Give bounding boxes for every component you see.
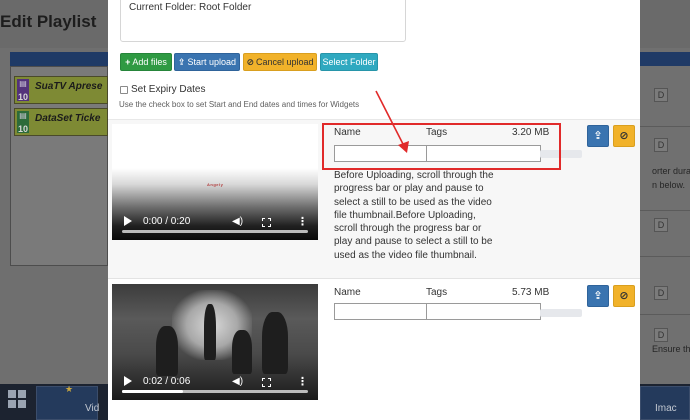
annotation-highlight-box [322, 123, 561, 170]
video-controls: 0:00 / 0:20 ◀) ⋮ [112, 206, 318, 240]
file-row: 0:02 / 0:06 ◀) ⋮ Name Tags 5.73 MB ⇪ ⊘ [108, 280, 640, 400]
volume-icon[interactable]: ◀) [232, 376, 243, 387]
timeline-item-name: SuaTV Aprese [35, 81, 103, 92]
cancel-upload-button[interactable]: ⊘ Cancel upload [243, 53, 317, 71]
divider [640, 210, 690, 211]
upload-icon: ⇪ [177, 57, 186, 67]
video-time: 0:02 / 0:06 [143, 376, 191, 387]
right-text-fragment: Ensure th [652, 344, 690, 354]
select-folder-button[interactable]: Select Folder [320, 53, 378, 71]
right-marker: D [654, 88, 668, 102]
expiry-checkbox[interactable] [120, 86, 128, 94]
timeline-header-band [10, 52, 108, 66]
video-seek-fill [122, 390, 184, 393]
ban-icon: ⊘ [246, 57, 254, 67]
name-header: Name [334, 287, 361, 298]
footer-tile-label: Imac [655, 403, 677, 414]
upload-file-button[interactable]: ⇪ [587, 285, 609, 307]
upload-modal: Current Folder: Root Folder + Add files ⇪… [108, 0, 640, 420]
divider [640, 126, 690, 127]
tags-header: Tags [426, 287, 448, 298]
fullscreen-icon[interactable] [262, 218, 271, 227]
cancel-file-button[interactable]: ⊘ [613, 285, 635, 307]
more-vertical-icon[interactable]: ⋮ [297, 215, 308, 228]
video-figure [262, 312, 288, 374]
timeline-item-duration: 10 [18, 92, 29, 102]
right-marker: D [654, 286, 668, 300]
background-right-panel: D D orter dura n below. D D D Ensure th [640, 48, 690, 420]
right-text-fragment: n below. [652, 180, 686, 190]
grid-icon[interactable] [8, 390, 28, 410]
timeline-item-name: DataSet Ticke [35, 113, 101, 124]
timeline-item[interactable]: ▤ DataSet Ticke 10 [14, 108, 108, 136]
upload-icon: ⇪ [593, 130, 603, 142]
right-marker: D [654, 138, 668, 152]
page-title: Edit Playlist [0, 12, 97, 31]
volume-icon[interactable]: ◀) [232, 216, 243, 227]
play-icon[interactable] [124, 216, 132, 226]
cancel-upload-label: Cancel upload [256, 57, 314, 67]
video-time: 0:00 / 0:20 [143, 216, 191, 227]
more-vertical-icon[interactable]: ⋮ [297, 375, 308, 388]
plus-icon: + [125, 57, 131, 67]
ban-icon: ⊘ [619, 290, 629, 302]
video-player[interactable]: 0:02 / 0:06 ◀) ⋮ [112, 284, 318, 400]
upload-icon: ⇪ [593, 290, 603, 302]
video-figure [204, 304, 216, 360]
upload-progress-bar [540, 309, 582, 317]
video-seek-bar[interactable] [122, 390, 308, 393]
video-seek-bar[interactable] [122, 230, 308, 233]
current-folder-box: Current Folder: Root Folder [120, 0, 406, 42]
tags-input[interactable] [426, 303, 541, 320]
divider [640, 314, 690, 315]
start-upload-label: Start upload [187, 57, 237, 67]
video-player[interactable]: Angely 0:00 / 0:20 ◀) ⋮ [112, 124, 318, 240]
start-upload-button[interactable]: ⇪ Start upload [174, 53, 240, 71]
cancel-file-button[interactable]: ⊘ [613, 125, 635, 147]
star-icon: ★ [65, 384, 74, 394]
file-size: 5.73 MB [512, 287, 550, 298]
timeline-item-duration: 10 [18, 124, 29, 134]
add-files-label: Add files [132, 57, 167, 67]
play-icon[interactable] [124, 376, 132, 386]
video-logo: Angely [207, 182, 224, 187]
divider [640, 256, 690, 257]
ban-icon: ⊘ [619, 130, 629, 142]
upload-file-button[interactable]: ⇪ [587, 125, 609, 147]
right-marker: D [654, 218, 668, 232]
current-folder-label: Current Folder: Root Folder [129, 2, 252, 13]
expiry-label[interactable]: Set Expiry Dates [131, 84, 205, 95]
add-files-button[interactable]: + Add files [120, 53, 172, 71]
thumbnail-instructions: Before Uploading, scroll through the pro… [334, 170, 494, 261]
name-input[interactable] [334, 303, 427, 320]
timeline-item[interactable]: ▤ SuaTV Aprese 10 [14, 76, 108, 104]
select-folder-label: Select Folder [322, 57, 376, 67]
footer-tile-image[interactable]: Imac [640, 386, 690, 420]
right-text-fragment: orter dura [652, 166, 690, 176]
expiry-help-text: Use the check box to set Start and End d… [119, 100, 360, 109]
video-controls: 0:02 / 0:06 ◀) ⋮ [112, 366, 318, 400]
fullscreen-icon[interactable] [262, 378, 271, 387]
right-panel-band [640, 52, 690, 66]
right-marker: D [654, 328, 668, 342]
footer-tile-label: Vid [85, 403, 100, 414]
